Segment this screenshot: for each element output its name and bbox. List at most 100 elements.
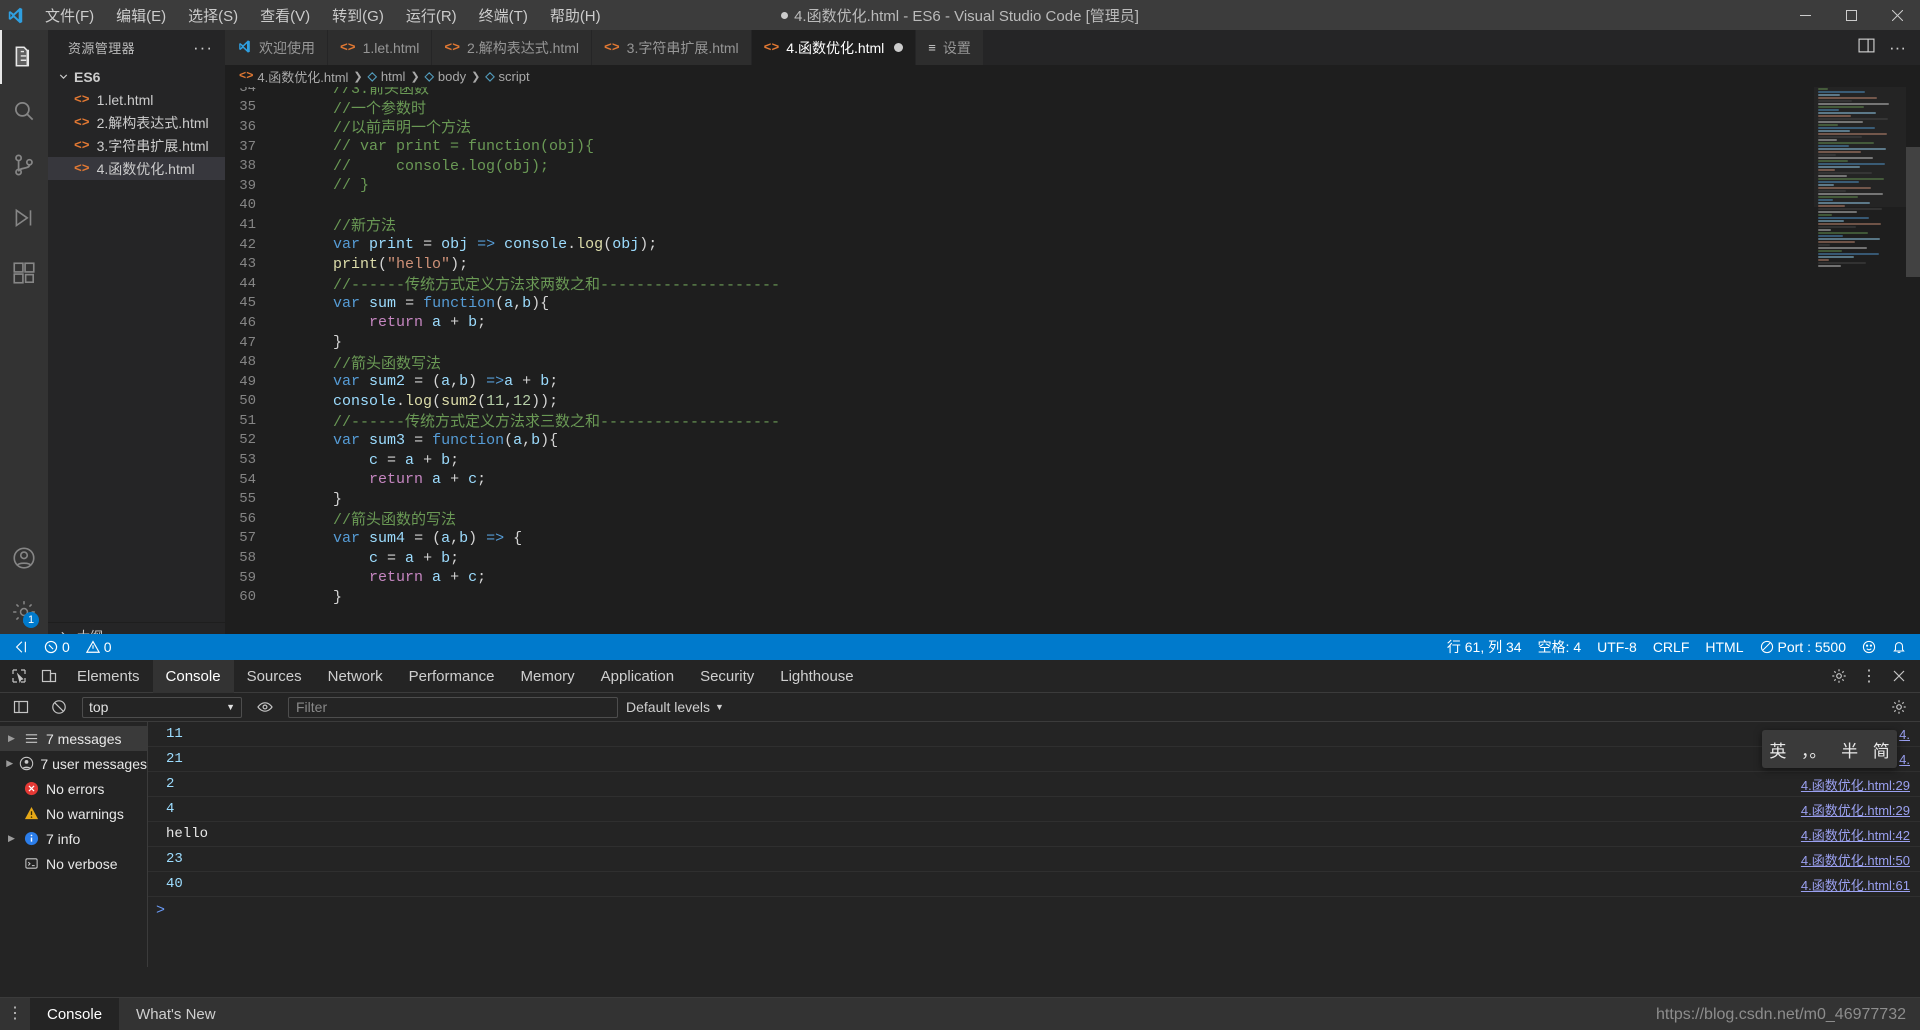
console-sidebar-toggle-icon[interactable]: [6, 692, 36, 722]
code-line[interactable]: 44 //------传统方式定义方法求两数之和----------------…: [225, 274, 1920, 295]
status-encoding[interactable]: UTF-8: [1589, 634, 1645, 660]
devtools-tab-performance[interactable]: Performance: [396, 660, 508, 693]
sidebar-file-4function[interactable]: <> 4.函数优化.html: [48, 157, 225, 180]
code-line[interactable]: 43 print("hello");: [225, 254, 1920, 274]
close-button[interactable]: [1874, 0, 1920, 30]
status-eol[interactable]: CRLF: [1645, 634, 1698, 660]
console-sidebar-messages[interactable]: ▶ 7 messages: [0, 726, 147, 751]
tab-welcome[interactable]: 欢迎使用: [225, 30, 328, 65]
devtools-tab-security[interactable]: Security: [687, 660, 767, 693]
code-line[interactable]: 45 var sum = function(a,b){: [225, 294, 1920, 314]
tab-4function[interactable]: <> 4.函数优化.html: [751, 30, 917, 65]
code-line[interactable]: 49 var sum2 = (a,b) =>a + b;: [225, 372, 1920, 392]
activity-explorer[interactable]: [0, 30, 48, 84]
inspect-element-icon[interactable]: [4, 661, 34, 691]
code-line[interactable]: 60 }: [225, 587, 1920, 607]
more-actions-icon[interactable]: ···: [1889, 39, 1906, 56]
menu-file[interactable]: 文件(F): [34, 1, 105, 30]
status-indentation[interactable]: 空格: 4: [1530, 634, 1590, 660]
ime-mode-width[interactable]: 半: [1841, 737, 1858, 762]
status-feedback-icon[interactable]: [1854, 634, 1884, 660]
ime-mode-language[interactable]: 英: [1769, 737, 1786, 762]
ime-mode-simplified[interactable]: 简: [1873, 737, 1890, 762]
split-editor-icon[interactable]: [1858, 37, 1875, 59]
code-line[interactable]: 59 return a + c;: [225, 568, 1920, 588]
code-line[interactable]: 53 c = a + b;: [225, 450, 1920, 470]
console-message-source-link[interactable]: 4.函数优化.html:61: [1801, 875, 1910, 894]
code-line[interactable]: 51 //------传统方式定义方法求三数之和----------------…: [225, 411, 1920, 432]
console-context-select[interactable]: top ▼: [82, 696, 242, 718]
minimap[interactable]: [1814, 87, 1906, 647]
ime-indicator[interactable]: 英 ，。 半 简: [1762, 730, 1897, 768]
console-prompt[interactable]: >: [148, 897, 1920, 923]
console-sidebar-warnings[interactable]: No warnings: [0, 801, 147, 826]
chevron-right-icon[interactable]: ▶: [6, 833, 17, 844]
console-sidebar-user-messages[interactable]: ▶ 7 user messages: [0, 751, 147, 776]
activity-accounts[interactable]: [0, 531, 48, 585]
activity-settings[interactable]: 1: [0, 585, 48, 639]
console-message-list[interactable]: 11 4. 21 4. 2 4.函数优化.html:29 4 4.函数优化.html:29 he…: [148, 722, 1920, 967]
code-line[interactable]: 42 var print = obj => console.log(obj);: [225, 235, 1920, 255]
tab-3string[interactable]: <> 3.字符串扩展.html: [592, 30, 752, 65]
devtools-more-icon[interactable]: ⋮: [1854, 661, 1884, 691]
console-sidebar-verbose[interactable]: No verbose: [0, 851, 147, 876]
devtools-tab-memory[interactable]: Memory: [508, 660, 588, 693]
code-line[interactable]: 40: [225, 196, 1920, 216]
ime-mode-punctuation[interactable]: ，。: [1801, 737, 1827, 762]
console-settings-gear-icon[interactable]: [1884, 692, 1914, 722]
sidebar-more-icon[interactable]: ···: [193, 39, 213, 56]
code-line[interactable]: 37 // var print = function(obj){: [225, 137, 1920, 157]
breadcrumb-body[interactable]: ◇ body: [425, 69, 466, 84]
status-cursor-position[interactable]: 行 61, 列 34: [1439, 634, 1530, 660]
code-line[interactable]: 52 var sum3 = function(a,b){: [225, 431, 1920, 451]
code-editor[interactable]: 34 //3.箭头函数 35 //一个参数时 36 //以前声明一个方法 37 // …: [225, 87, 1920, 647]
remote-indicator[interactable]: [6, 634, 36, 660]
code-line[interactable]: 57 var sum4 = (a,b) => {: [225, 529, 1920, 549]
console-message-source-link[interactable]: 4.函数优化.html:42: [1801, 825, 1910, 844]
menu-go[interactable]: 转到(G): [321, 1, 395, 30]
console-sidebar-info[interactable]: ▶ 7 info: [0, 826, 147, 851]
code-line[interactable]: 46 return a + b;: [225, 313, 1920, 333]
devtools-close-icon[interactable]: [1884, 661, 1914, 691]
editor-scrollbar-thumb[interactable]: [1906, 147, 1920, 277]
activity-source-control[interactable]: [0, 138, 48, 192]
code-line[interactable]: 56 //箭头函数的写法: [225, 509, 1920, 530]
minimize-button[interactable]: [1782, 0, 1828, 30]
editor-scrollbar[interactable]: [1906, 87, 1920, 647]
drawer-tab-whats-new[interactable]: What's New: [119, 998, 233, 1030]
breadcrumb-script[interactable]: ◇ script: [485, 69, 529, 84]
breadcrumb-html[interactable]: ◇ html: [368, 69, 406, 84]
activity-run-debug[interactable]: [0, 192, 48, 246]
console-message[interactable]: 11 4.: [148, 722, 1920, 747]
console-filter-input[interactable]: Filter: [288, 696, 618, 718]
minimap-slider[interactable]: [1814, 87, 1906, 207]
console-message[interactable]: hello 4.函数优化.html:42: [148, 822, 1920, 847]
console-message[interactable]: 2 4.函数优化.html:29: [148, 772, 1920, 797]
console-message-source-link[interactable]: 4.函数优化.html:50: [1801, 850, 1910, 869]
console-message-source-link[interactable]: 4.函数优化.html:29: [1801, 775, 1910, 794]
devtools-tab-sources[interactable]: Sources: [234, 660, 315, 693]
clear-console-icon[interactable]: [44, 692, 74, 722]
devtools-tab-elements[interactable]: Elements: [64, 660, 153, 693]
console-message[interactable]: 21 4.: [148, 747, 1920, 772]
sidebar-file-3string[interactable]: <> 3.字符串扩展.html: [48, 134, 225, 157]
code-line[interactable]: 34 //3.箭头函数: [225, 87, 1920, 98]
menu-view[interactable]: 查看(V): [249, 1, 321, 30]
breadcrumb-file[interactable]: <> 4.函数优化.html: [239, 67, 348, 86]
tree-root-es6[interactable]: ES6: [48, 65, 225, 88]
maximize-button[interactable]: [1828, 0, 1874, 30]
console-message[interactable]: 40 4.函数优化.html:61: [148, 872, 1920, 897]
devtools-tab-lighthouse[interactable]: Lighthouse: [767, 660, 866, 693]
menu-help[interactable]: 帮助(H): [539, 1, 612, 30]
tab-dirty-indicator-icon[interactable]: [894, 43, 904, 52]
console-message[interactable]: 23 4.函数优化.html:50: [148, 847, 1920, 872]
menu-selection[interactable]: 选择(S): [177, 1, 249, 30]
console-message-source-link[interactable]: 4.: [1899, 752, 1910, 767]
console-message[interactable]: 4 4.函数优化.html:29: [148, 797, 1920, 822]
code-line[interactable]: 55 }: [225, 489, 1920, 509]
devtools-settings-gear-icon[interactable]: [1824, 661, 1854, 691]
code-line[interactable]: 54 return a + c;: [225, 470, 1920, 490]
drawer-tab-console[interactable]: Console: [30, 997, 120, 1030]
devtools-tab-application[interactable]: Application: [588, 660, 687, 693]
sidebar-file-1let[interactable]: <> 1.let.html: [48, 88, 225, 111]
